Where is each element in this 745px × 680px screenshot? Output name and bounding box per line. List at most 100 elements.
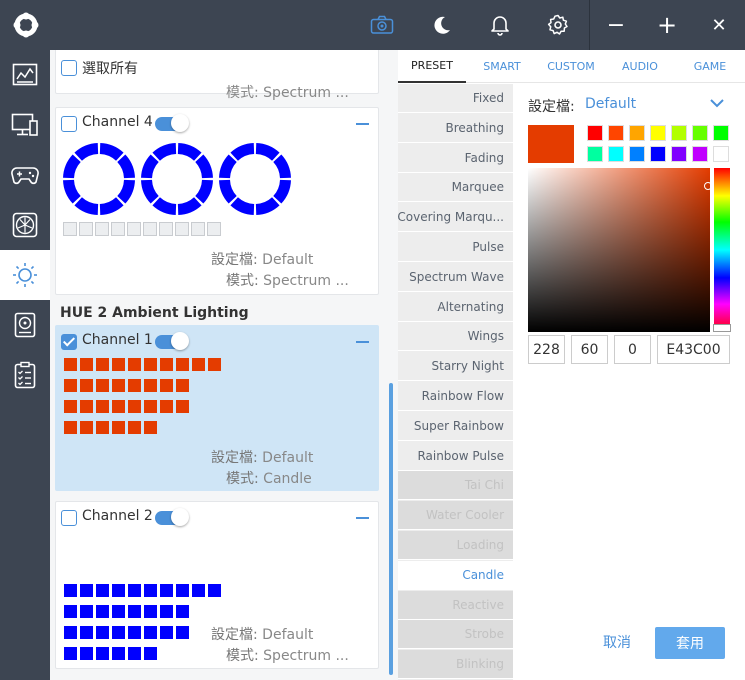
effect-item[interactable]: Alternating — [398, 293, 513, 322]
device-card-partial: 選取所有 模式: Spectrum ... — [55, 50, 379, 101]
led-square — [192, 584, 205, 597]
effect-item[interactable]: Wings — [398, 322, 513, 352]
channel-4-profile: 設定檔: Default — [211, 252, 314, 268]
color-swatch[interactable] — [650, 125, 666, 141]
channel-4-toggle[interactable] — [155, 114, 189, 132]
device-card-channel-1[interactable]: Channel 1 設定檔: Default 模式: Candle — [55, 325, 379, 491]
led-square — [143, 222, 157, 236]
color-swatch[interactable] — [713, 146, 729, 162]
blue-input[interactable]: 0 — [614, 335, 651, 364]
nav-storage[interactable] — [0, 300, 50, 350]
fan-ring-segment — [219, 154, 237, 179]
tab-game[interactable]: GAME — [676, 50, 744, 83]
channel-1-checkbox[interactable] — [61, 334, 77, 350]
red-input[interactable]: 228 — [528, 335, 565, 364]
color-swatch[interactable] — [608, 146, 624, 162]
effect-item[interactable]: Rainbow Pulse — [398, 442, 513, 471]
nav-clipboard[interactable] — [0, 350, 50, 400]
close-icon: ✕ — [711, 14, 727, 36]
effect-item[interactable]: Covering Marqu... — [398, 203, 513, 233]
saturation-picker[interactable] — [528, 168, 712, 332]
color-swatch[interactable] — [713, 125, 729, 141]
nav-fan[interactable] — [0, 200, 50, 250]
fan-ring-segment — [74, 197, 99, 215]
hue-handle[interactable] — [713, 324, 731, 332]
nav-gamepad[interactable] — [0, 150, 50, 200]
effect-item[interactable]: Starry Night — [398, 352, 513, 382]
tab-preset[interactable]: PRESET — [398, 50, 466, 83]
apply-button[interactable]: 套用 — [655, 627, 725, 659]
nav-pc-monitor[interactable] — [0, 100, 50, 150]
green-input[interactable]: 60 — [571, 335, 608, 364]
led-square — [112, 605, 125, 618]
moon-icon[interactable] — [422, 0, 462, 50]
effect-item[interactable]: Rainbow Flow — [398, 382, 513, 411]
channel-2-toggle[interactable] — [155, 508, 189, 526]
channel-1-collapse-button[interactable] — [356, 341, 369, 343]
color-swatch[interactable] — [629, 125, 645, 141]
channel-1-profile: 設定檔: Default — [211, 450, 314, 466]
color-swatch[interactable] — [671, 146, 687, 162]
tab-audio[interactable]: AUDIO — [606, 50, 674, 83]
led-square — [175, 222, 189, 236]
profile-dropdown[interactable]: Default — [585, 96, 636, 112]
effect-item[interactable]: Candle — [398, 560, 513, 590]
maximize-button[interactable]: + — [647, 0, 687, 50]
dashboard-icon — [12, 63, 38, 86]
chevron-down-icon[interactable] — [710, 98, 724, 108]
channel-2-mode: 模式: Spectrum ... — [226, 648, 349, 664]
hue-slider[interactable] — [713, 168, 731, 332]
bell-icon[interactable] — [480, 0, 520, 50]
nav-dashboard[interactable] — [0, 50, 50, 100]
effect-item[interactable]: Breathing — [398, 114, 513, 143]
channel-4-checkbox[interactable] — [61, 116, 77, 132]
tab-smart[interactable]: SMART — [468, 50, 536, 83]
led-row — [64, 400, 192, 413]
led-square — [208, 358, 221, 371]
channel-4-collapse-button[interactable] — [356, 123, 369, 125]
device-list-scrollbar[interactable] — [389, 383, 393, 675]
led-square — [64, 421, 77, 434]
fan-ring-segment — [195, 179, 213, 204]
effect-item[interactable]: Pulse — [398, 233, 513, 262]
nav-lighting[interactable] — [0, 250, 50, 300]
fan-ring-segment — [152, 197, 177, 215]
led-square — [128, 647, 141, 660]
effect-item[interactable]: Super Rainbow — [398, 412, 513, 441]
cancel-button[interactable]: 取消 — [593, 629, 641, 655]
color-swatch[interactable] — [587, 125, 603, 141]
effect-item: Water Cooler — [398, 501, 513, 531]
effect-item[interactable]: Marquee — [398, 173, 513, 203]
fan-ring-segment — [152, 143, 177, 161]
current-color-swatch — [528, 125, 574, 163]
fan-ring-segment — [141, 179, 159, 204]
effect-item[interactable]: Spectrum Wave — [398, 263, 513, 292]
close-button[interactable]: ✕ — [699, 0, 739, 50]
led-square — [80, 358, 93, 371]
fan-ring-segment — [74, 143, 99, 161]
tab-custom[interactable]: CUSTOM — [537, 50, 605, 83]
channel-2-collapse-button[interactable] — [356, 517, 369, 519]
effect-item[interactable]: Fixed — [398, 84, 513, 113]
led-square — [128, 421, 141, 434]
mode-tabs: PRESET SMART CUSTOM AUDIO GAME — [398, 50, 745, 83]
picker-handle[interactable] — [704, 182, 712, 190]
color-swatch[interactable] — [608, 125, 624, 141]
hex-input[interactable]: E43C00 — [657, 335, 730, 364]
color-swatch[interactable] — [629, 146, 645, 162]
camera-icon[interactable] — [362, 0, 402, 50]
color-swatch[interactable] — [587, 146, 603, 162]
color-swatch[interactable] — [671, 125, 687, 141]
led-row — [64, 358, 224, 371]
channel-1-label: Channel 1 — [82, 332, 153, 348]
color-swatch[interactable] — [692, 125, 708, 141]
channel-1-toggle[interactable] — [155, 332, 189, 350]
channel-2-checkbox[interactable] — [61, 510, 77, 526]
effect-item[interactable]: Fading — [398, 144, 513, 173]
color-panel: 設定檔: Default 228 60 0 E43C00 取消 套用 — [513, 84, 745, 680]
select-all-checkbox[interactable] — [61, 60, 77, 76]
minimize-button[interactable]: − — [596, 0, 636, 50]
gear-icon[interactable] — [538, 0, 578, 50]
color-swatch[interactable] — [650, 146, 666, 162]
color-swatch[interactable] — [692, 146, 708, 162]
